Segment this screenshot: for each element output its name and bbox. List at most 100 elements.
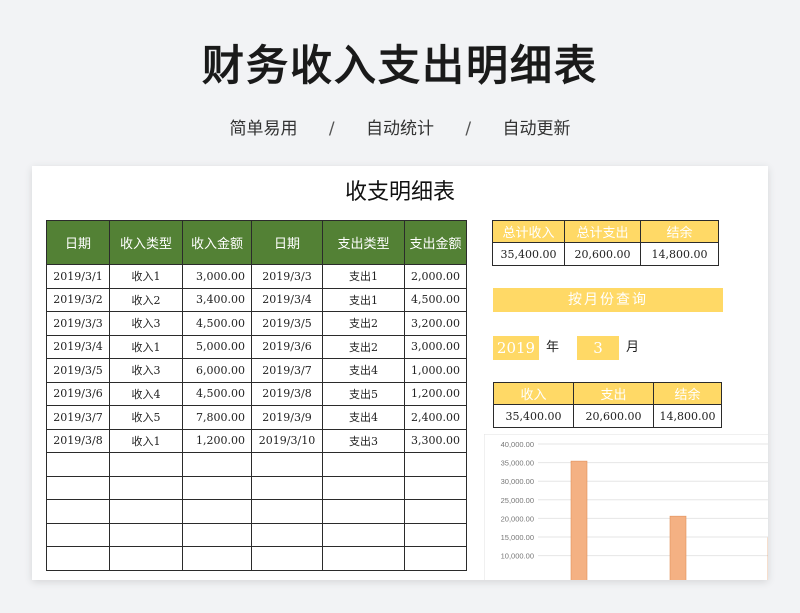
monthly-value-cell[interactable]: 14,800.00 bbox=[653, 404, 722, 428]
table-cell[interactable]: 支出4 bbox=[322, 358, 405, 383]
table-cell[interactable]: 2019/3/5 bbox=[251, 311, 323, 336]
table-cell[interactable]: 支出5 bbox=[322, 381, 405, 406]
table-cell[interactable]: 3,400.00 bbox=[182, 287, 252, 312]
table-cell[interactable]: 3,000.00 bbox=[182, 264, 252, 289]
table-cell[interactable]: 收入1 bbox=[109, 428, 183, 453]
table-cell[interactable]: 2019/3/2 bbox=[46, 287, 110, 312]
table-cell[interactable] bbox=[46, 522, 110, 547]
table-cell[interactable] bbox=[109, 452, 183, 477]
table-cell[interactable]: 收入5 bbox=[109, 405, 183, 430]
table-cell[interactable]: 3,300.00 bbox=[404, 428, 467, 453]
monthly-bar-chart[interactable]: 40,000.00 35,000.00 30,000.00 25,000.00 20,0… bbox=[484, 434, 768, 580]
table-cell[interactable] bbox=[182, 452, 252, 477]
table-cell[interactable] bbox=[46, 499, 110, 524]
table-cell[interactable] bbox=[404, 546, 467, 571]
table-cell[interactable] bbox=[322, 522, 405, 547]
table-cell[interactable]: 收入4 bbox=[109, 381, 183, 406]
table-cell[interactable]: 3,200.00 bbox=[404, 311, 467, 336]
table-cell[interactable]: 支出4 bbox=[322, 405, 405, 430]
table-cell[interactable]: 收入2 bbox=[109, 287, 183, 312]
table-cell[interactable]: 2019/3/6 bbox=[46, 381, 110, 406]
summary-value-cell[interactable]: 14,800.00 bbox=[640, 242, 719, 266]
table-cell[interactable]: 2,400.00 bbox=[404, 405, 467, 430]
table-cell[interactable]: 4,500.00 bbox=[182, 311, 252, 336]
table-cell[interactable]: 2019/3/3 bbox=[46, 311, 110, 336]
table-cell[interactable]: 支出1 bbox=[322, 264, 405, 289]
table-cell[interactable] bbox=[109, 499, 183, 524]
table-cell[interactable]: 4,500.00 bbox=[182, 381, 252, 406]
table-cell[interactable]: 2019/3/7 bbox=[46, 405, 110, 430]
table-cell[interactable] bbox=[182, 546, 252, 571]
table-cell[interactable]: 2,000.00 bbox=[404, 264, 467, 289]
header-cell[interactable]: 日期 bbox=[46, 220, 110, 265]
table-cell[interactable] bbox=[109, 546, 183, 571]
table-cell[interactable] bbox=[46, 475, 110, 500]
table-cell[interactable] bbox=[182, 522, 252, 547]
table-cell[interactable] bbox=[251, 452, 323, 477]
table-cell[interactable]: 收入3 bbox=[109, 311, 183, 336]
table-cell[interactable] bbox=[251, 522, 323, 547]
bar-income[interactable] bbox=[570, 460, 588, 580]
table-cell[interactable]: 2019/3/4 bbox=[46, 334, 110, 359]
table-cell[interactable] bbox=[322, 452, 405, 477]
table-cell[interactable] bbox=[109, 522, 183, 547]
summary-header-cell[interactable]: 结余 bbox=[640, 220, 719, 243]
year-input[interactable]: 2019 bbox=[493, 336, 539, 360]
table-cell[interactable] bbox=[46, 546, 110, 571]
table-cell[interactable]: 5,000.00 bbox=[182, 334, 252, 359]
table-cell[interactable]: 支出2 bbox=[322, 311, 405, 336]
table-cell[interactable] bbox=[404, 499, 467, 524]
table-cell[interactable]: 7,800.00 bbox=[182, 405, 252, 430]
bar-expense[interactable] bbox=[669, 515, 687, 580]
table-cell[interactable] bbox=[251, 475, 323, 500]
table-cell[interactable]: 2019/3/1 bbox=[46, 264, 110, 289]
summary-header-cell[interactable]: 总计收入 bbox=[492, 220, 565, 243]
table-cell[interactable]: 2019/3/10 bbox=[251, 428, 323, 453]
table-cell[interactable]: 支出3 bbox=[322, 428, 405, 453]
table-cell[interactable] bbox=[109, 475, 183, 500]
table-cell[interactable]: 2019/3/5 bbox=[46, 358, 110, 383]
monthly-header-cell[interactable]: 支出 bbox=[573, 382, 654, 405]
table-cell[interactable] bbox=[251, 499, 323, 524]
table-cell[interactable]: 收入1 bbox=[109, 264, 183, 289]
table-cell[interactable] bbox=[404, 452, 467, 477]
table-cell[interactable]: 2019/3/3 bbox=[251, 264, 323, 289]
header-cell[interactable]: 支出金额 bbox=[404, 220, 467, 265]
monthly-value-cell[interactable]: 20,600.00 bbox=[573, 404, 654, 428]
table-cell[interactable]: 3,000.00 bbox=[404, 334, 467, 359]
table-cell[interactable]: 收入3 bbox=[109, 358, 183, 383]
summary-value-cell[interactable]: 20,600.00 bbox=[564, 242, 641, 266]
month-input[interactable]: 3 bbox=[577, 336, 619, 360]
monthly-header-cell[interactable]: 收入 bbox=[493, 382, 574, 405]
table-cell[interactable]: 2019/3/9 bbox=[251, 405, 323, 430]
table-cell[interactable] bbox=[322, 546, 405, 571]
table-cell[interactable]: 支出2 bbox=[322, 334, 405, 359]
table-cell[interactable]: 2019/3/7 bbox=[251, 358, 323, 383]
table-cell[interactable]: 收入1 bbox=[109, 334, 183, 359]
table-cell[interactable]: 1,200.00 bbox=[404, 381, 467, 406]
table-cell[interactable]: 支出1 bbox=[322, 287, 405, 312]
header-cell[interactable]: 日期 bbox=[251, 220, 323, 265]
table-cell[interactable] bbox=[182, 499, 252, 524]
table-cell[interactable] bbox=[404, 522, 467, 547]
table-cell[interactable] bbox=[322, 499, 405, 524]
monthly-value-cell[interactable]: 35,400.00 bbox=[493, 404, 574, 428]
table-cell[interactable]: 2019/3/8 bbox=[251, 381, 323, 406]
summary-header-cell[interactable]: 总计支出 bbox=[564, 220, 641, 243]
table-cell[interactable] bbox=[404, 475, 467, 500]
table-cell[interactable]: 1,200.00 bbox=[182, 428, 252, 453]
table-cell[interactable]: 2019/3/8 bbox=[46, 428, 110, 453]
header-cell[interactable]: 收入类型 bbox=[109, 220, 183, 265]
query-by-month-button[interactable]: 按月份查询 bbox=[493, 288, 723, 312]
table-cell[interactable] bbox=[182, 475, 252, 500]
monthly-header-cell[interactable]: 结余 bbox=[653, 382, 722, 405]
table-cell[interactable]: 2019/3/6 bbox=[251, 334, 323, 359]
table-cell[interactable] bbox=[251, 546, 323, 571]
header-cell[interactable]: 支出类型 bbox=[322, 220, 405, 265]
table-cell[interactable]: 2019/3/4 bbox=[251, 287, 323, 312]
summary-value-cell[interactable]: 35,400.00 bbox=[492, 242, 565, 266]
table-cell[interactable]: 4,500.00 bbox=[404, 287, 467, 312]
table-cell[interactable]: 1,000.00 bbox=[404, 358, 467, 383]
table-cell[interactable] bbox=[322, 475, 405, 500]
table-cell[interactable]: 6,000.00 bbox=[182, 358, 252, 383]
